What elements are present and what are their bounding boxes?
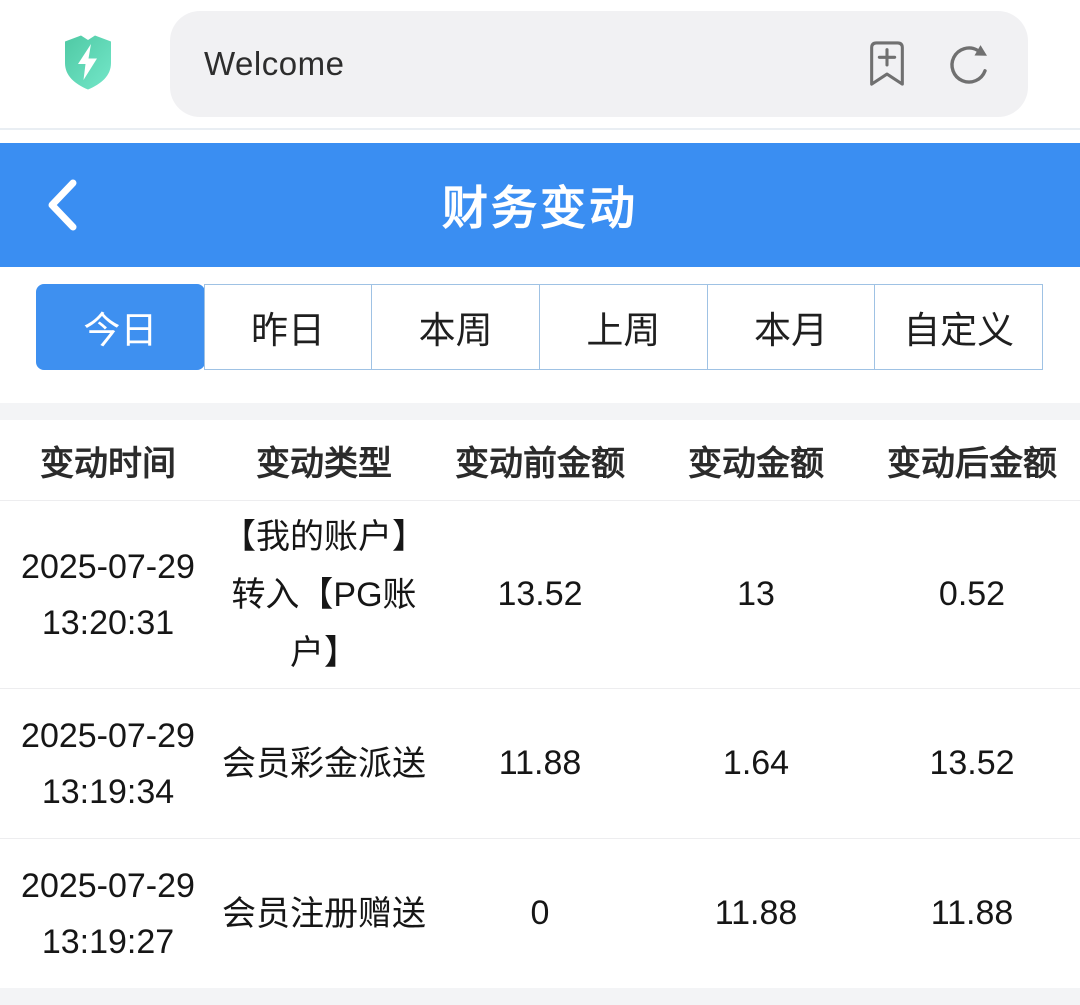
cell-amount-after: 11.88 xyxy=(864,894,1080,933)
cell-amount-after: 0.52 xyxy=(864,575,1080,614)
table-row: 2025-07-29 13:19:34 会员彩金派送 11.88 1.64 13… xyxy=(0,688,1080,838)
cell-amount-before: 0 xyxy=(432,894,648,933)
col-header-change-type: 变动类型 xyxy=(216,436,432,485)
col-header-amount-change: 变动金额 xyxy=(648,436,864,485)
cell-amount-before: 13.52 xyxy=(432,575,648,614)
cell-amount-change: 1.64 xyxy=(648,744,864,783)
separator xyxy=(0,267,1080,284)
finance-change-table: 变动时间 变动类型 变动前金额 变动金额 变动后金额 2025-07-29 13… xyxy=(0,420,1080,988)
col-header-amount-after: 变动后金额 xyxy=(864,436,1080,485)
separator xyxy=(0,988,1080,1005)
separator xyxy=(0,370,1080,403)
cell-change-type: 会员彩金派送 xyxy=(216,735,432,793)
page-header: 财务变动 xyxy=(0,143,1080,267)
col-header-amount-before: 变动前金额 xyxy=(432,436,648,485)
table-header-row: 变动时间 变动类型 变动前金额 变动金额 变动后金额 xyxy=(0,420,1080,500)
tab-last-week[interactable]: 上周 xyxy=(539,284,708,370)
table-row: 2025-07-29 13:20:31 【我的账户】 转入【PG账 户】 13.… xyxy=(0,500,1080,688)
separator xyxy=(0,130,1080,143)
browser-top-bar: Welcome xyxy=(0,0,1080,130)
address-bar-text: Welcome xyxy=(204,45,344,83)
page-title: 财务变动 xyxy=(442,172,638,238)
cell-change-type: 【我的账户】 转入【PG账 户】 xyxy=(216,508,432,682)
cell-change-type: 会员注册赠送 xyxy=(216,885,432,943)
tab-this-month[interactable]: 本月 xyxy=(707,284,876,370)
back-button[interactable] xyxy=(42,143,84,267)
date-filter-tabs: 今日 昨日 本周 上周 本月 自定义 xyxy=(36,284,1043,370)
tab-this-week[interactable]: 本周 xyxy=(371,284,540,370)
cell-amount-change: 11.88 xyxy=(648,894,864,933)
cell-change-time: 2025-07-29 13:19:27 xyxy=(0,858,216,970)
separator xyxy=(0,403,1080,420)
tab-yesterday[interactable]: 昨日 xyxy=(204,284,373,370)
col-header-change-time: 变动时间 xyxy=(0,436,216,485)
address-bar-actions xyxy=(862,11,994,117)
refresh-icon[interactable] xyxy=(944,39,994,89)
bookmark-add-icon[interactable] xyxy=(862,39,912,89)
cell-change-time: 2025-07-29 13:19:34 xyxy=(0,708,216,820)
site-shield-icon[interactable] xyxy=(58,31,118,95)
cell-change-time: 2025-07-29 13:20:31 xyxy=(0,539,216,651)
address-bar[interactable]: Welcome xyxy=(170,11,1028,117)
table-row: 2025-07-29 13:19:27 会员注册赠送 0 11.88 11.88 xyxy=(0,838,1080,988)
cell-amount-change: 13 xyxy=(648,575,864,614)
cell-amount-after: 13.52 xyxy=(864,744,1080,783)
tab-custom[interactable]: 自定义 xyxy=(874,284,1043,370)
cell-amount-before: 11.88 xyxy=(432,744,648,783)
chevron-left-icon xyxy=(42,176,84,234)
tab-today[interactable]: 今日 xyxy=(36,284,205,370)
